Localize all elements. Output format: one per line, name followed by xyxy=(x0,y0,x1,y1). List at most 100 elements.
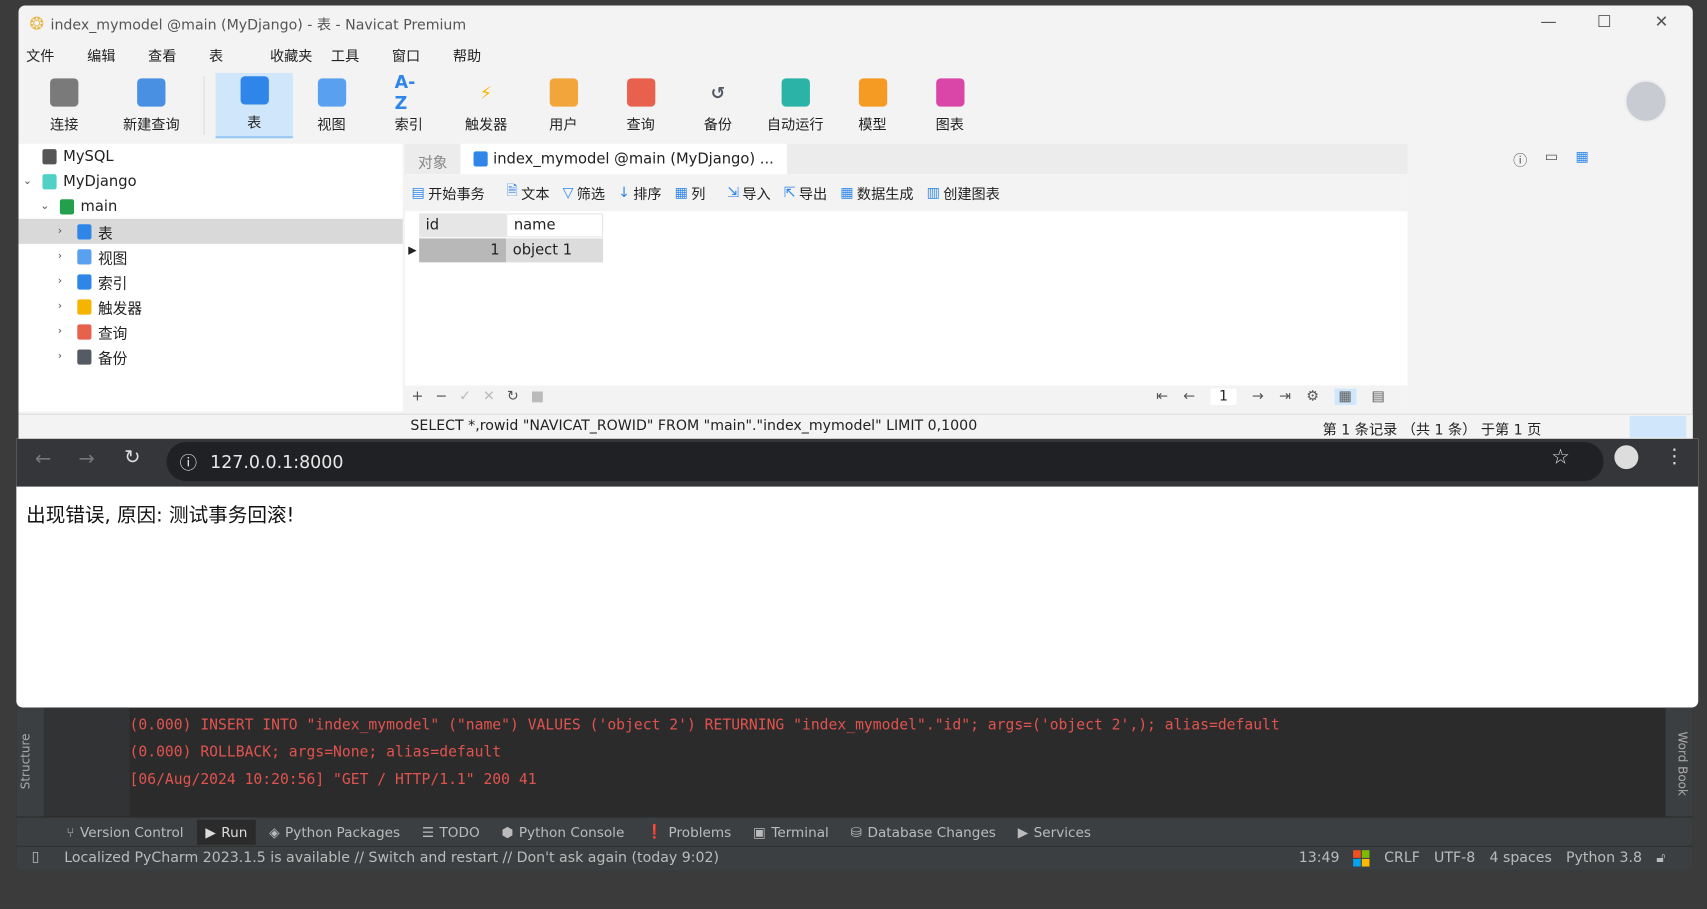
tab-index-mymodel[interactable]: index_mymodel @main (MyDjango) ... xyxy=(460,143,787,175)
toolbar-button[interactable]: 视图 xyxy=(293,73,370,138)
tool-tab-terminal[interactable]: ▣ Terminal xyxy=(744,819,837,844)
settings-gear-icon[interactable]: ⚙ xyxy=(1306,389,1319,405)
tool-tab-services[interactable]: ▶ Services xyxy=(1009,819,1100,844)
object-toolbar-button[interactable]: ⇱ 导出 xyxy=(784,182,827,204)
nav-button[interactable]: ✕ xyxy=(483,389,495,405)
object-toolbar-button[interactable]: ↓ 排序 xyxy=(618,182,661,204)
status-item[interactable]: 13:49 xyxy=(1299,850,1340,866)
tree-item[interactable]: › 表 xyxy=(18,218,403,244)
object-toolbar-button[interactable]: 🗎 文本 xyxy=(507,181,550,205)
close-button[interactable]: ✕ xyxy=(1655,12,1669,32)
word-book-tab[interactable]: Word Book xyxy=(1675,732,1689,796)
tree-item[interactable]: › 备份 xyxy=(19,344,403,369)
forward-button[interactable]: → xyxy=(78,447,94,470)
menu-item[interactable]: 查看 xyxy=(140,45,201,71)
lock-icon[interactable]: 🔓︎ xyxy=(1656,850,1665,866)
tool-tab-version-control[interactable]: ⑂ Version Control xyxy=(58,819,193,844)
tree-item[interactable]: › 触发器 xyxy=(19,294,403,319)
status-item[interactable]: CRLF xyxy=(1384,850,1420,866)
toolbar-button[interactable]: 用户 xyxy=(525,73,602,138)
object-toolbar-button[interactable]: ⇲ 导入 xyxy=(727,182,770,204)
object-toolbar-button[interactable]: ▥ 创建图表 xyxy=(927,182,1000,204)
tree-item[interactable]: › 视图 xyxy=(19,244,403,269)
back-button[interactable]: ← xyxy=(35,447,51,470)
status-item[interactable]: Python 3.8 xyxy=(1566,850,1642,866)
toolbar-button[interactable]: 模型 xyxy=(834,73,911,138)
chevron-right-icon[interactable]: › xyxy=(58,351,71,363)
first-page-button[interactable]: ⇤ xyxy=(1156,389,1168,405)
update-notification[interactable]: Localized PyCharm 2023.1.5 is available … xyxy=(64,850,719,866)
toolbar-button[interactable]: ↺ 备份 xyxy=(679,73,756,138)
chevron-right-icon[interactable]: › xyxy=(58,250,71,262)
last-page-button[interactable]: ⇥ xyxy=(1279,389,1291,405)
chevron-down-icon[interactable]: ⌄ xyxy=(23,175,36,187)
grid-view-button[interactable]: ▦ xyxy=(1334,388,1357,405)
menu-item[interactable]: 表 xyxy=(201,45,262,71)
object-toolbar-button[interactable]: ▦ 列 xyxy=(675,182,706,204)
menu-item[interactable]: 文件 xyxy=(19,45,80,71)
column-header-id[interactable]: id xyxy=(419,213,507,238)
status-item[interactable]: 4 spaces xyxy=(1489,850,1551,866)
avatar[interactable] xyxy=(1624,79,1668,124)
minimize-button[interactable]: — xyxy=(1540,12,1556,32)
menu-item[interactable]: 编辑 xyxy=(79,45,140,71)
form-view-button[interactable]: ▤ xyxy=(1371,389,1384,405)
toolbar-button[interactable]: 图表 xyxy=(911,73,988,138)
nav-button[interactable]: + xyxy=(411,389,423,405)
toolbar-button[interactable]: 新建查询 xyxy=(110,73,193,138)
tree-item[interactable]: › 索引 xyxy=(19,269,403,294)
info-icon[interactable]: ⓘ xyxy=(1513,149,1527,169)
structure-tab[interactable]: Structure xyxy=(19,734,33,790)
reload-button[interactable]: ↻ xyxy=(124,446,140,469)
tool-tab-python-console[interactable]: ⬢ Python Console xyxy=(493,819,633,844)
nav-button[interactable]: ↻ xyxy=(507,389,519,405)
tab-objects[interactable]: 对象 xyxy=(405,144,461,174)
cell-id[interactable]: 1 xyxy=(419,238,507,263)
toolbar-button[interactable]: 查询 xyxy=(602,73,679,138)
menu-item[interactable]: 收藏夹 xyxy=(262,45,323,71)
column-header-name[interactable]: name xyxy=(506,213,604,238)
bookmark-star-icon[interactable]: ☆ xyxy=(1551,445,1570,469)
tree-item[interactable]: › 查询 xyxy=(19,319,403,344)
profile-icon[interactable] xyxy=(1614,445,1639,470)
menu-item[interactable]: 工具 xyxy=(323,45,384,71)
ddl-icon[interactable]: ▭ xyxy=(1545,149,1558,170)
nav-button[interactable]: ■ xyxy=(531,389,544,405)
toolbar-button[interactable]: 表 xyxy=(215,72,293,139)
object-toolbar-button[interactable]: ▦ 数据生成 xyxy=(840,182,913,204)
nav-button[interactable]: ✓ xyxy=(459,389,471,405)
chevron-right-icon[interactable]: › xyxy=(58,275,71,287)
object-toolbar-button[interactable]: ▽ 筛选 xyxy=(563,182,605,204)
chevron-right-icon[interactable]: › xyxy=(58,225,71,237)
tool-tab-todo[interactable]: ☰ TODO xyxy=(413,819,488,844)
panel-toggle-buttons[interactable] xyxy=(1629,415,1687,438)
chevron-right-icon[interactable]: › xyxy=(58,300,71,312)
nav-button[interactable]: − xyxy=(435,389,447,405)
address-bar[interactable]: ⓘ 127.0.0.1:8000 xyxy=(166,441,1604,482)
cell-name[interactable]: object 1 xyxy=(506,238,604,263)
tool-tab-python-packages[interactable]: ◈ Python Packages xyxy=(260,819,408,844)
tree-item[interactable]: MySQL xyxy=(19,144,403,169)
object-toolbar-button[interactable]: ▤ 开始事务 xyxy=(411,182,484,204)
menu-kebab-icon[interactable]: ⋮ xyxy=(1664,445,1684,468)
chevron-down-icon[interactable]: ⌄ xyxy=(40,200,53,212)
prev-page-button[interactable]: ← xyxy=(1183,389,1195,405)
status-panel-icon[interactable]: ▯ xyxy=(32,849,40,865)
maximize-button[interactable]: ☐ xyxy=(1597,12,1612,32)
tool-tab-run[interactable]: ▶ Run xyxy=(196,819,257,845)
toolbar-button[interactable]: 连接 xyxy=(19,73,110,138)
toolbar-button[interactable]: A-Z 索引 xyxy=(370,72,447,138)
tool-tab-problems[interactable]: ❗ Problems xyxy=(637,819,740,845)
page-number-input[interactable]: 1 xyxy=(1210,388,1237,405)
chevron-right-icon[interactable]: › xyxy=(58,325,71,337)
next-page-button[interactable]: → xyxy=(1252,389,1264,405)
tree-item[interactable]: ⌄ main xyxy=(19,194,403,219)
tree-item[interactable]: ⌄ MyDjango xyxy=(19,169,403,194)
layout-icon[interactable]: ▦ xyxy=(1576,149,1589,170)
tool-tab-database-changes[interactable]: ⛁ Database Changes xyxy=(842,819,1005,844)
menu-item[interactable]: 帮助 xyxy=(445,45,506,71)
status-item[interactable]: UTF-8 xyxy=(1434,850,1475,866)
toolbar-button[interactable]: 自动运行 xyxy=(757,73,834,138)
toolbar-button[interactable]: ⚡ 触发器 xyxy=(447,73,524,138)
menu-item[interactable]: 窗口 xyxy=(384,45,445,71)
